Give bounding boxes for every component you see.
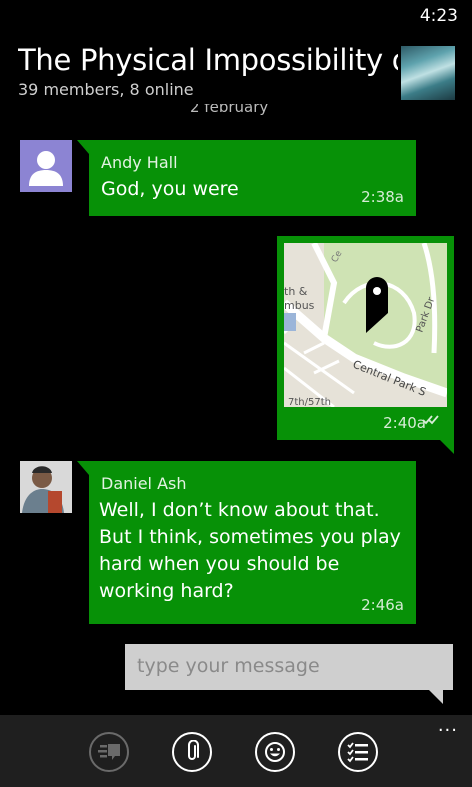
- sender-avatar-andy[interactable]: [20, 140, 72, 192]
- checklist-button[interactable]: [338, 732, 378, 772]
- attach-button[interactable]: [172, 732, 212, 772]
- read-receipt-icon: [422, 414, 442, 430]
- bubble-tail: [440, 440, 454, 454]
- map-label: 7th/57th: [288, 397, 331, 407]
- default-person-icon: [29, 151, 63, 186]
- message-sender: Andy Hall: [101, 153, 178, 172]
- attach-icon: [188, 740, 199, 760]
- emoji-icon: [265, 742, 285, 762]
- message-time: 2:40a: [383, 414, 426, 432]
- bubble-tail: [77, 140, 89, 154]
- message-input[interactable]: [125, 644, 449, 688]
- message-sender: Daniel Ash: [101, 474, 187, 493]
- group-avatar[interactable]: [401, 46, 455, 100]
- message-time: 2:38a: [361, 188, 404, 206]
- message-bubble[interactable]: Daniel Ash Well, I don’t know about that…: [77, 461, 416, 624]
- emoji-button[interactable]: [255, 732, 295, 772]
- more-options-button[interactable]: ...: [438, 717, 458, 735]
- chat-switch-icon: [98, 744, 120, 760]
- status-time: 4:23: [419, 6, 458, 26]
- map-label: mbus: [284, 299, 315, 312]
- chat-header: The Physical Impossibility of 39 members…: [18, 42, 398, 99]
- chat-title[interactable]: The Physical Impossibility of: [18, 42, 398, 78]
- date-separator: 2 february: [190, 104, 269, 116]
- map-image: th & mbus Central Park S Park Dr 7th/57t…: [284, 243, 447, 407]
- chat-switch-button[interactable]: [89, 732, 129, 772]
- profile-photo: [20, 461, 72, 513]
- message-text: God, you were: [101, 178, 239, 200]
- chat-subtitle: 39 members, 8 online: [18, 80, 194, 99]
- map-label: th &: [284, 285, 308, 298]
- bubble-tail: [77, 461, 89, 475]
- message-bubble[interactable]: Andy Hall God, you were 2:38a: [77, 140, 416, 216]
- message-composer[interactable]: [125, 644, 453, 704]
- sender-avatar-daniel[interactable]: [20, 461, 72, 513]
- map-message-bubble[interactable]: th & mbus Central Park S Park Dr 7th/57t…: [277, 236, 454, 454]
- checklist-icon: [347, 742, 368, 763]
- composer-tail: [429, 690, 443, 704]
- map-thumbnail[interactable]: th & mbus Central Park S Park Dr 7th/57t…: [284, 243, 447, 407]
- app-bar: ...: [0, 715, 472, 787]
- message-text: Well, I don’t know about that. But I thi…: [99, 499, 401, 602]
- message-time: 2:46a: [361, 596, 404, 614]
